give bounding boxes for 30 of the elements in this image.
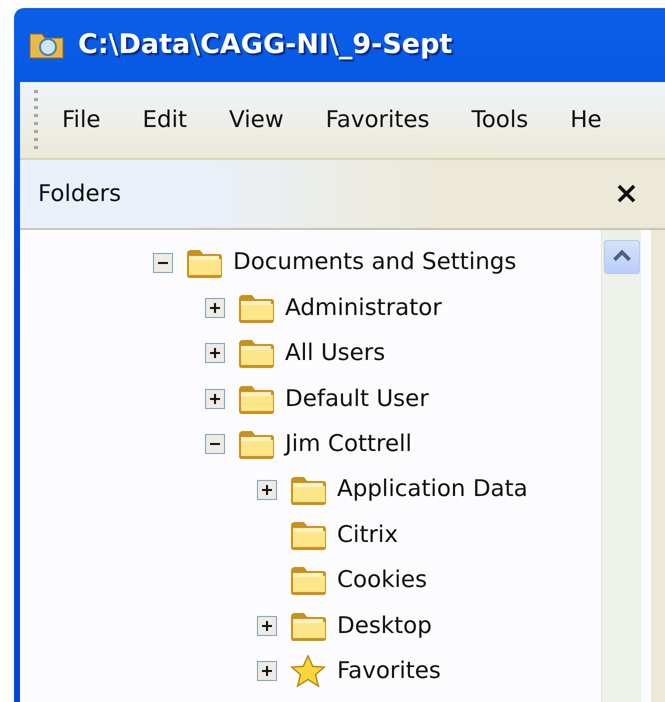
menu-item[interactable]: Favorites [326, 102, 430, 138]
vertical-scrollbar[interactable] [601, 230, 641, 702]
pane-title: Folders [38, 180, 122, 209]
tree-item[interactable]: Default User [285, 382, 429, 416]
tree-item[interactable]: Documents and Settings [233, 245, 516, 280]
tree-item[interactable]: Favorites [337, 654, 441, 688]
star-icon [289, 654, 327, 688]
tree-item[interactable]: Citrix [337, 518, 398, 552]
menu-item[interactable]: View [229, 102, 284, 138]
tree-item[interactable]: All Users [285, 336, 386, 371]
expand-toggle[interactable] [257, 616, 277, 636]
tree-item[interactable]: Jim Cottrell [285, 427, 412, 462]
tree-item[interactable]: Cookies [337, 563, 428, 598]
scroll-up-button[interactable] [604, 240, 640, 274]
expand-toggle[interactable] [205, 388, 225, 409]
window-title: C:\Data\CAGG-NI\_9-Sept [78, 28, 452, 62]
expand-toggle[interactable] [257, 480, 277, 500]
tree-item[interactable]: Desktop [337, 608, 432, 644]
menu-item[interactable]: Edit [142, 102, 188, 138]
collapse-toggle[interactable] [205, 434, 225, 454]
close-button[interactable]: × [614, 179, 639, 209]
tree-item[interactable]: Administrator [285, 290, 442, 326]
menu-item[interactable]: File [62, 102, 100, 138]
collapse-toggle[interactable] [153, 252, 173, 273]
tree-item[interactable]: Application Data [337, 472, 528, 507]
menu-item[interactable]: He [570, 102, 602, 138]
expand-toggle[interactable] [257, 661, 277, 682]
expand-toggle[interactable] [205, 343, 225, 364]
expand-toggle[interactable] [205, 298, 225, 318]
menu-item[interactable]: Tools [472, 102, 528, 138]
